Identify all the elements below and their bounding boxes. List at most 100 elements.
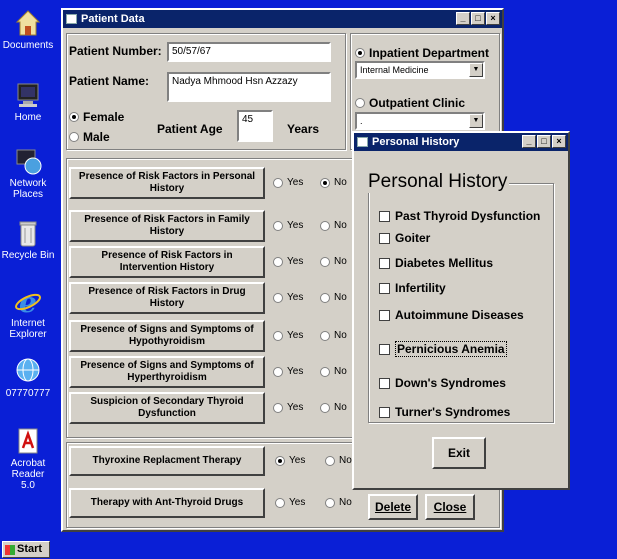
desktop-icon-recycle-bin[interactable]: Recycle Bin: [0, 218, 56, 261]
patient-age-label: Patient Age: [157, 122, 223, 136]
radio-dot: [69, 132, 79, 142]
no-radio[interactable]: No: [320, 177, 347, 188]
no-radio[interactable]: No: [325, 455, 352, 466]
radio-dot: [355, 48, 365, 58]
risk-factor-button[interactable]: Presence of Risk Factors in Intervention…: [69, 246, 265, 278]
no-radio[interactable]: No: [320, 220, 347, 231]
risk-factor-button[interactable]: Presence of Risk Factors in Personal His…: [69, 167, 265, 199]
patient-age-field[interactable]: 45: [237, 110, 273, 142]
no-label: No: [334, 220, 347, 231]
history-checkbox[interactable]: Diabetes Mellitus: [379, 256, 493, 270]
checkbox-box: [379, 406, 390, 418]
yes-radio[interactable]: Yes: [273, 220, 303, 231]
window-icon: [357, 137, 368, 147]
patient-number-field[interactable]: 50/57/67: [167, 42, 331, 62]
title-bar[interactable]: Personal History _ □ ×: [354, 133, 568, 151]
delete-button[interactable]: Delete: [368, 494, 418, 520]
start-button[interactable]: Start: [2, 541, 50, 558]
history-checkbox[interactable]: Infertility: [379, 281, 446, 295]
inpatient-radio[interactable]: Inpatient Department: [355, 46, 489, 60]
checkbox-label: Goiter: [395, 231, 431, 245]
chevron-down-icon[interactable]: ▼: [469, 114, 483, 128]
yes-radio[interactable]: Yes: [273, 330, 303, 341]
yes-radio[interactable]: Yes: [275, 455, 305, 466]
start-label: Start: [17, 543, 43, 555]
yes-radio[interactable]: Yes: [273, 366, 303, 377]
risk-factor-button[interactable]: Presence of Risk Factors in Drug History: [69, 282, 265, 314]
close-window-button[interactable]: ×: [552, 135, 566, 148]
radio-dot: [69, 112, 79, 122]
yes-radio[interactable]: Yes: [275, 497, 305, 508]
radio-dot: [320, 402, 330, 413]
no-label: No: [334, 330, 347, 341]
patient-name-field[interactable]: Nadya Mhmood Hsn Azzazy: [167, 72, 331, 102]
desktop-icon-home[interactable]: Home: [0, 80, 56, 123]
checkbox-box: [379, 343, 390, 355]
therapy-button[interactable]: Therapy with Ant-Thyroid Drugs: [69, 488, 265, 518]
no-radio[interactable]: No: [320, 330, 347, 341]
no-radio[interactable]: No: [320, 402, 347, 413]
desktop-icon-internet-explorer[interactable]: e Internet Explorer: [0, 286, 56, 340]
risk-factor-button[interactable]: Presence of Risk Factors in Family Histo…: [69, 210, 265, 242]
title-bar[interactable]: Patient Data _ □ ×: [63, 10, 502, 28]
radio-dot: [325, 455, 335, 466]
yes-label: Yes: [287, 330, 304, 341]
no-radio[interactable]: No: [320, 292, 347, 303]
desktop-icon-07770777[interactable]: 07770777: [0, 356, 56, 399]
outpatient-clinic-select[interactable]: . ▼: [355, 112, 485, 130]
yes-radio[interactable]: Yes: [273, 256, 303, 267]
female-radio[interactable]: Female: [69, 110, 124, 124]
chevron-down-icon[interactable]: ▼: [469, 63, 483, 77]
radio-dot: [320, 177, 330, 188]
checkbox-label: Down's Syndromes: [395, 376, 506, 390]
no-radio[interactable]: No: [325, 497, 352, 508]
acrobat-icon: [13, 426, 43, 456]
years-label: Years: [287, 122, 320, 136]
close-button[interactable]: Close: [425, 494, 475, 520]
risk-factor-button[interactable]: Presence of Signs and Symptoms of Hypoth…: [69, 320, 265, 352]
radio-dot: [273, 256, 283, 267]
checkbox-box: [379, 377, 390, 389]
history-checkbox[interactable]: Autoimmune Diseases: [379, 308, 524, 322]
recycle-bin-icon: [13, 218, 43, 248]
no-radio[interactable]: No: [320, 366, 347, 377]
inpatient-department-select[interactable]: Internal Medicine ▼: [355, 61, 485, 79]
desktop-icon-documents[interactable]: Documents: [0, 8, 56, 51]
female-label: Female: [83, 110, 125, 124]
computer-icon: [13, 80, 43, 110]
therapy-button[interactable]: Thyroxine Replacment Therapy: [69, 446, 265, 476]
desktop-icon-label: Home: [14, 112, 42, 123]
yes-radio[interactable]: Yes: [273, 292, 303, 303]
yes-label: Yes: [287, 256, 304, 267]
maximize-button[interactable]: □: [537, 135, 551, 148]
no-radio[interactable]: No: [320, 256, 347, 267]
risk-factor-button[interactable]: Suspicion of Secondary Thyroid Dysfuncti…: [69, 392, 265, 424]
history-checkbox[interactable]: Down's Syndromes: [379, 376, 506, 390]
male-radio[interactable]: Male: [69, 130, 110, 144]
history-checkbox[interactable]: Pernicious Anemia: [379, 341, 507, 357]
minimize-button[interactable]: _: [522, 135, 536, 148]
no-label: No: [334, 177, 347, 188]
desktop-icon-acrobat[interactable]: Acrobat Reader 5.0: [0, 426, 56, 491]
yes-label: Yes: [287, 177, 304, 188]
history-checkbox[interactable]: Turner's Syndromes: [379, 405, 510, 419]
taskbar: Start: [0, 539, 617, 559]
maximize-button[interactable]: □: [471, 12, 485, 25]
history-checkbox[interactable]: Goiter: [379, 231, 430, 245]
radio-dot: [273, 366, 283, 377]
yes-radio[interactable]: Yes: [273, 177, 303, 188]
outpatient-radio[interactable]: Outpatient Clinic: [355, 96, 465, 110]
history-checkbox[interactable]: Past Thyroid Dysfunction: [379, 209, 540, 223]
yes-radio[interactable]: Yes: [273, 402, 303, 413]
male-label: Male: [83, 130, 110, 144]
radio-dot: [273, 402, 283, 413]
no-label: No: [334, 292, 347, 303]
history-heading: Personal History: [366, 171, 510, 193]
minimize-button[interactable]: _: [456, 12, 470, 25]
exit-button[interactable]: Exit: [432, 437, 486, 469]
risk-factor-button[interactable]: Presence of Signs and Symptoms of Hypert…: [69, 356, 265, 388]
selected-value: Internal Medicine: [360, 65, 429, 75]
checkbox-label: Pernicious Anemia: [395, 341, 507, 357]
desktop-icon-network[interactable]: Network Places: [0, 146, 56, 200]
close-window-button[interactable]: ×: [486, 12, 500, 25]
